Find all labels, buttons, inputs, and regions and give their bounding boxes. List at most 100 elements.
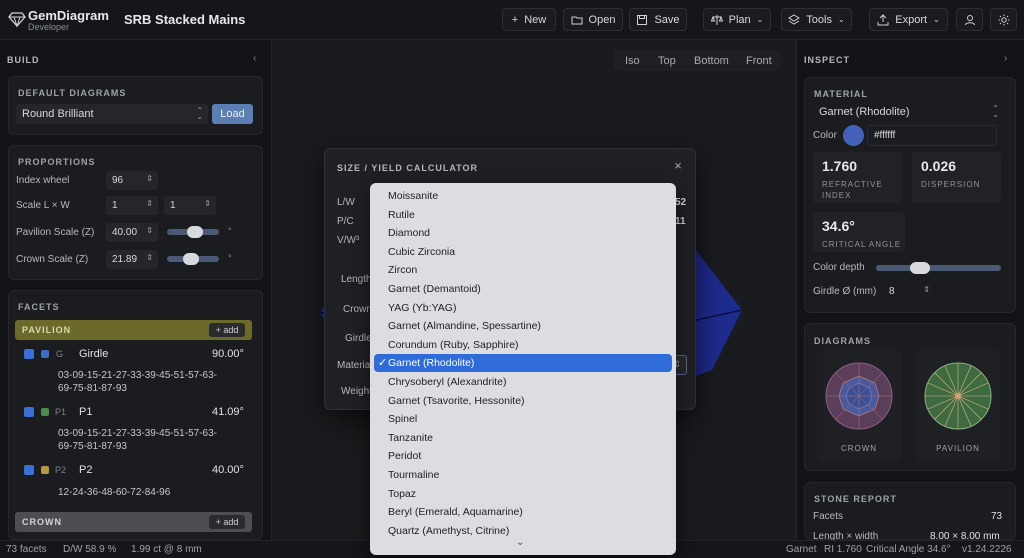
material-option[interactable]: Rutile <box>374 206 672 224</box>
material-option-label: Peridot <box>388 450 422 463</box>
material-option[interactable]: Tanzanite <box>374 429 672 447</box>
user-icon <box>964 14 975 25</box>
color-depth-label: Color depth <box>813 262 865 273</box>
refractive-index-value: 1.760 <box>822 158 858 174</box>
color-label: Color <box>813 130 837 141</box>
pavilion-slider-knob[interactable] <box>187 226 203 238</box>
user-button[interactable] <box>956 8 983 31</box>
dialog-title: SIZE / YIELD CALCULATOR <box>337 163 479 173</box>
chevron-down-icon[interactable]: ⌄ <box>516 537 524 548</box>
girdle-diameter-input[interactable]: 8 ⇕ <box>883 282 935 301</box>
collapse-left-icon[interactable]: ‹ <box>253 53 256 64</box>
tools-menu-button[interactable]: Tools ⌄ <box>781 8 852 31</box>
index-wheel-input[interactable]: 96 ⇕ <box>106 171 158 190</box>
material-option[interactable]: Spinel <box>374 410 672 428</box>
material-option[interactable]: YAG (Yb:YAG) <box>374 299 672 317</box>
facet-sequence: 12-24-36-48-60-72-84-96 <box>58 487 171 498</box>
facet-color-swatch[interactable] <box>41 408 49 416</box>
close-icon[interactable]: × <box>671 159 685 173</box>
lw-label: L/W <box>337 197 355 208</box>
material-option-label: Topaz <box>388 487 417 500</box>
material-option[interactable]: Peridot <box>374 447 672 465</box>
scale-l-input[interactable]: 1 ⇕ <box>106 196 158 215</box>
new-button[interactable]: + New <box>502 8 556 31</box>
add-pavilion-facet-button[interactable]: + add <box>209 323 245 337</box>
facet-checkbox[interactable] <box>24 349 34 359</box>
color-depth-slider[interactable] <box>876 262 1001 274</box>
material-select[interactable]: Garnet (Rhodolite) ⌃ ⌄ <box>813 102 1004 122</box>
sun-icon <box>998 14 1009 25</box>
save-button[interactable]: Save <box>629 8 687 31</box>
diagrams-title: DIAGRAMS <box>814 336 871 346</box>
add-crown-facet-button[interactable]: + add <box>209 515 245 529</box>
pavilion-scale-input[interactable]: 40.00 ⇕ <box>106 223 158 242</box>
crown-scale-label: Crown Scale (Z) <box>16 254 89 265</box>
material-option[interactable]: Cubic Zirconia <box>374 243 672 261</box>
export-menu-button[interactable]: Export ⌄ <box>869 8 948 31</box>
proportions-title: PROPORTIONS <box>18 157 96 167</box>
material-option[interactable]: Chrysoberyl (Alexandrite) <box>374 373 672 391</box>
color-hex-input[interactable]: #ffffff <box>867 125 997 146</box>
length-label: Length <box>341 274 372 285</box>
crown-slider-knob[interactable] <box>183 253 199 265</box>
tab-bottom[interactable]: Bottom <box>694 55 729 67</box>
crown-group-header[interactable]: CROWN + add <box>15 512 252 532</box>
material-option[interactable]: Topaz <box>374 485 672 503</box>
material-option[interactable]: Garnet (Tsavorite, Hessonite) <box>374 392 672 410</box>
tab-iso[interactable]: Iso <box>625 55 640 67</box>
material-option[interactable]: Garnet (Demantoid) <box>374 280 672 298</box>
weight-label: Weight <box>341 386 372 397</box>
facet-color-swatch[interactable] <box>41 350 49 358</box>
refractive-index-label: REFRACTIVE INDEX <box>822 180 883 200</box>
facet-color-swatch[interactable] <box>41 466 49 474</box>
chevron-down-icon: ⌄ <box>837 15 845 24</box>
material-option-label: Zircon <box>388 264 418 277</box>
material-option[interactable]: Zircon <box>374 261 672 279</box>
pc-label: P/C <box>337 216 354 227</box>
material-option-label: Garnet (Demantoid) <box>388 283 481 295</box>
crown-scale-input[interactable]: 21.89 ⇕ <box>106 250 158 269</box>
material-option[interactable]: Garnet (Almandine, Spessartine) <box>374 317 672 335</box>
color-depth-knob[interactable] <box>910 262 930 274</box>
facet-angle: 40.00° <box>212 464 244 476</box>
stepper-icon: ⇕ <box>146 199 153 208</box>
pavilion-scale-slider[interactable] <box>167 226 219 238</box>
crown-diagram[interactable]: CROWN <box>817 350 901 460</box>
collapse-right-icon[interactable]: › <box>1004 53 1007 64</box>
status-ri: RI 1.760 <box>824 544 862 555</box>
material-option-label: Spinel <box>388 413 418 426</box>
pavilion-group-name: PAVILION <box>22 325 72 335</box>
tab-front[interactable]: Front <box>746 55 772 67</box>
dispersion-label: DISPERSION <box>921 180 981 189</box>
material-option[interactable]: Beryl (Emerald, Aquamarine) <box>374 503 672 521</box>
stepper-icon: ⇕ <box>146 226 153 235</box>
facet-checkbox[interactable] <box>24 407 34 417</box>
facet-checkbox[interactable] <box>24 465 34 475</box>
refractive-index-card: 1.760 REFRACTIVE INDEX <box>813 152 902 203</box>
plan-menu-button[interactable]: Plan ⌄ <box>703 8 771 31</box>
material-option[interactable]: ✓ Garnet (Rhodolite) <box>374 354 672 373</box>
theme-toggle-button[interactable] <box>990 8 1017 31</box>
girdle-label: Girdle <box>345 333 372 344</box>
facet-sequence: 69-75-81-87-93 <box>58 441 127 452</box>
pavilion-group-header[interactable]: PAVILION + add <box>15 320 252 340</box>
view-mode-tabs: Iso Top Bottom Front <box>614 50 780 71</box>
plus-icon: + <box>511 13 519 26</box>
scale-lw-label: Scale L × W <box>16 200 70 211</box>
tab-top[interactable]: Top <box>658 55 676 67</box>
open-button[interactable]: Open <box>563 8 623 31</box>
material-option[interactable]: Tourmaline <box>374 466 672 484</box>
crown-scale-slider[interactable] <box>167 253 219 265</box>
material-option[interactable]: Corundum (Ruby, Sapphire) <box>374 336 672 354</box>
default-diagram-select[interactable]: Round Brilliant ⌃ ⌄ <box>16 104 208 124</box>
color-swatch[interactable] <box>843 125 864 146</box>
material-option[interactable]: Moissanite <box>374 187 672 205</box>
material-option[interactable]: Diamond <box>374 224 672 242</box>
material-option-label: Quartz (Amethyst, Citrine) <box>388 524 510 537</box>
pc-value: 11 <box>675 216 686 227</box>
pavilion-diagram[interactable]: PAVILION <box>916 350 1000 460</box>
load-button[interactable]: Load <box>212 104 253 124</box>
scale-w-input[interactable]: 1 ⇕ <box>164 196 216 215</box>
dispersion-value: 0.026 <box>921 158 957 174</box>
facet-code: P1 <box>55 407 67 417</box>
